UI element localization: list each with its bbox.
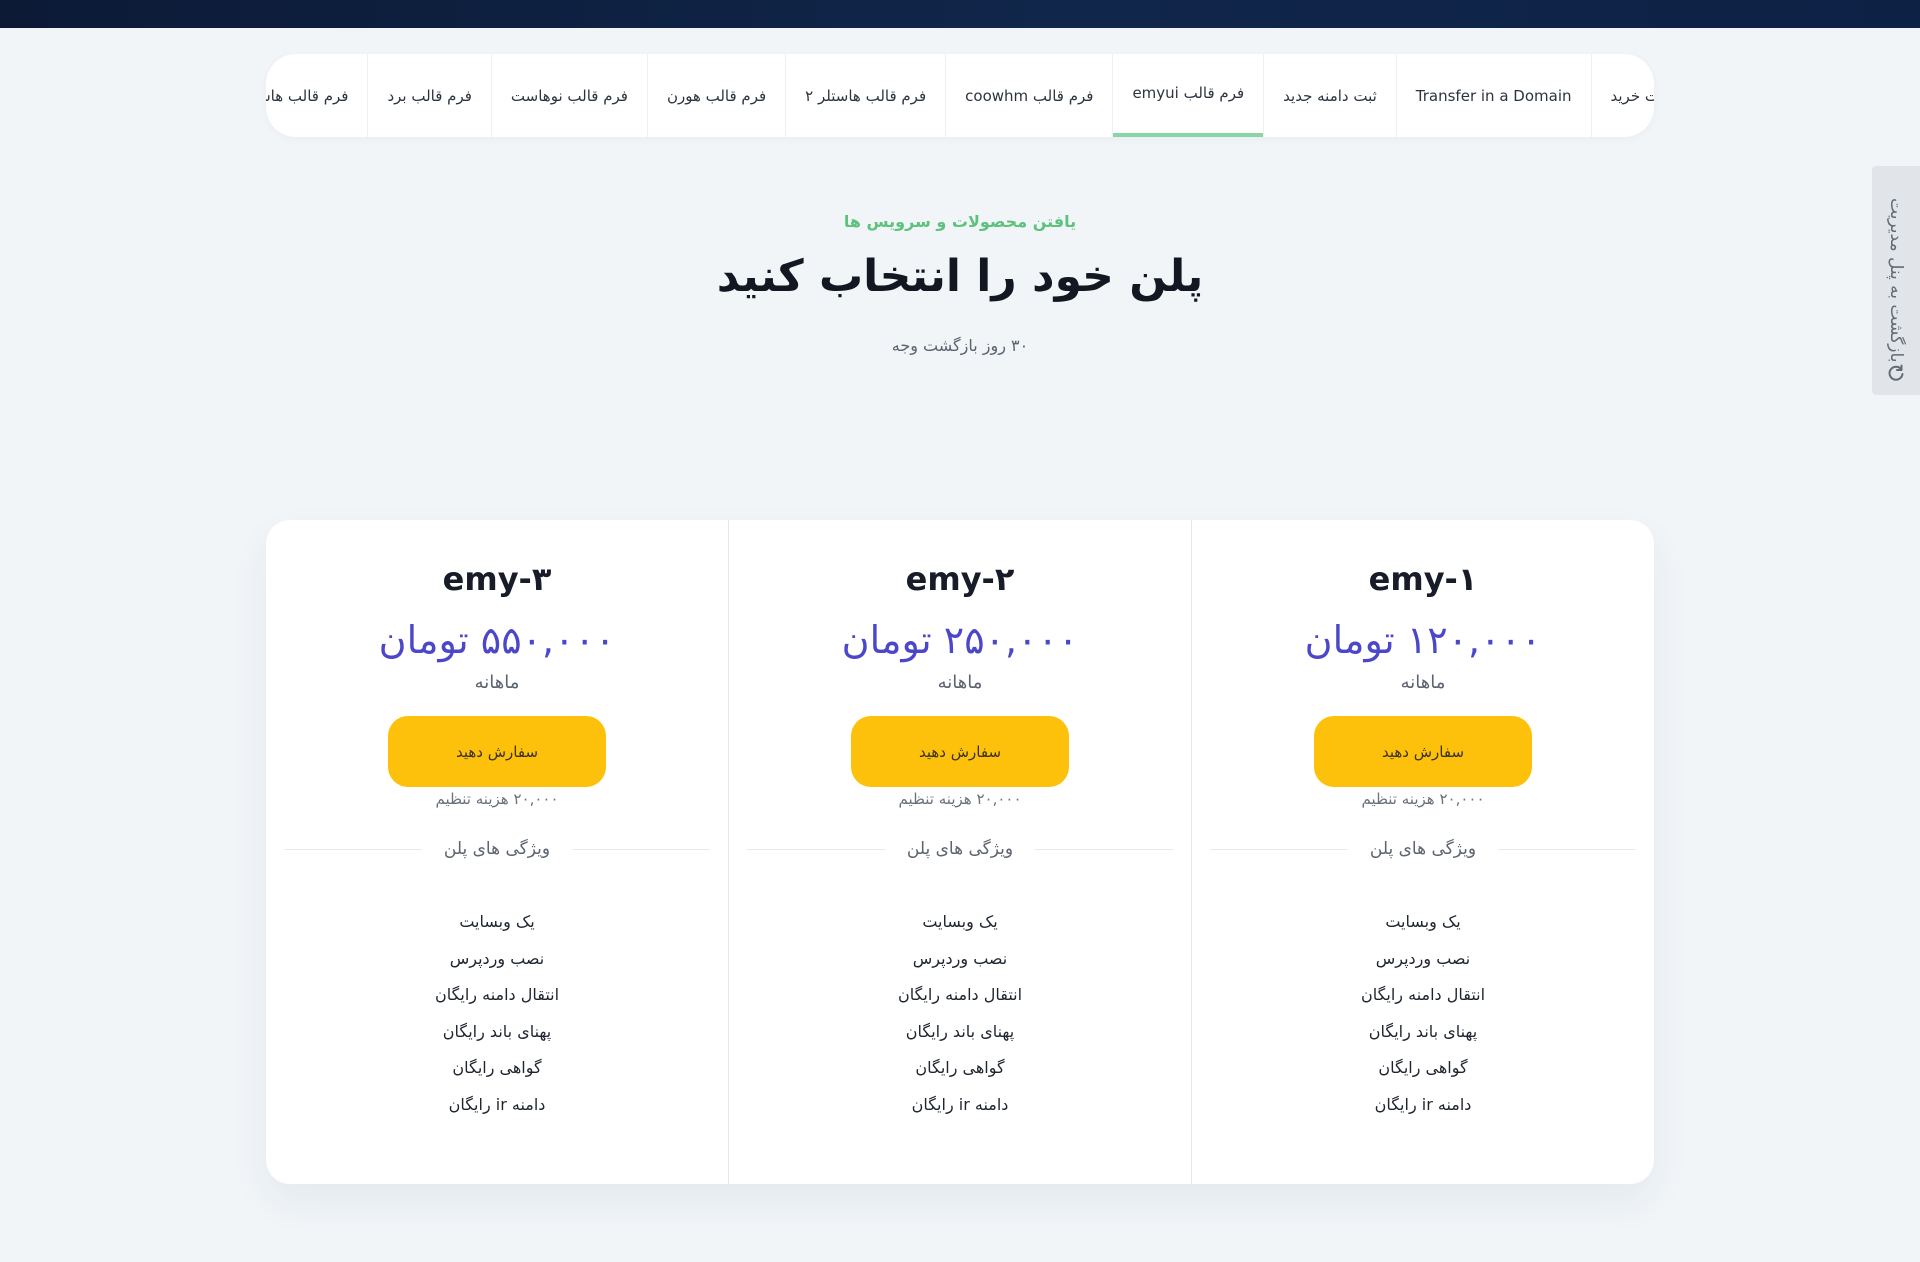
page-subtitle: ۳۰ روز بازگشت وجه (891, 336, 1029, 355)
tab-bord[interactable]: فرم قالب برد (367, 54, 490, 137)
order-button[interactable]: سفارش دهید (851, 716, 1069, 787)
plan-price: ۵۵۰,۰۰۰ تومان (378, 618, 616, 662)
plan-name: emy-۲ (905, 560, 1015, 598)
tab-label: فرم قالب نوهاست (510, 86, 628, 105)
order-button[interactable]: سفارش دهید (388, 716, 606, 787)
plan-card-emy-1: emy-۱ ۱۲۰,۰۰۰ تومان ماهانه سفارش دهید ۲۰… (1191, 520, 1654, 1184)
tab-hostler[interactable]: فرم قالب هاستلر (266, 54, 367, 137)
tab-label: فرم قالب هاستلر ۲ (805, 86, 927, 105)
tab-label: Transfer in a Domain (1415, 86, 1572, 105)
feature-item: دامنه ir رایگان (1374, 1094, 1472, 1114)
feature-item: نصب وردپرس (912, 948, 1008, 968)
plan-name: emy-۳ (442, 560, 552, 598)
order-button[interactable]: سفارش دهید (1314, 716, 1532, 787)
feature-item: گواهی رایگان (1378, 1058, 1468, 1077)
features-title: ویژگی های پلن (443, 839, 551, 859)
tab-label: فرم قالب هورن (666, 86, 767, 105)
divider-line (1210, 848, 1348, 850)
feature-item: پهنای باند رایگان (442, 1021, 552, 1041)
feature-item: انتقال دامنه رایگان (897, 985, 1023, 1004)
feature-item: یک وبسایت (1385, 912, 1461, 931)
setup-fee: ۲۰,۰۰۰ هزینه تنظیم (1361, 790, 1485, 808)
features-list: یک وبسایت نصب وردپرس انتقال دامنه رایگان… (1192, 904, 1654, 1123)
top-banner (0, 0, 1920, 28)
plan-period: ماهانه (474, 672, 520, 693)
features-title: ویژگی های پلن (906, 839, 1014, 859)
refresh-icon (1888, 364, 1904, 381)
feature-item: پهنای باند رایگان (905, 1021, 1015, 1041)
divider-line (747, 848, 885, 850)
tab-emyui[interactable]: فرم قالب emyui (1112, 54, 1263, 137)
tab-label: فرم قالب coowhm (965, 86, 1094, 105)
features-list: یک وبسایت نصب وردپرس انتقال دامنه رایگان… (266, 904, 728, 1123)
feature-item: نصب وردپرس (449, 948, 545, 968)
setup-fee: ۲۰,۰۰۰ هزینه تنظیم (898, 790, 1022, 808)
tab-nohost[interactable]: فرم قالب نوهاست (490, 54, 647, 137)
features-title: ویژگی های پلن (1369, 839, 1477, 859)
feature-item: یک وبسایت (922, 912, 998, 931)
tab-hostler-2[interactable]: فرم قالب هاستلر ۲ (785, 54, 945, 137)
plan-period: ماهانه (1400, 672, 1446, 693)
features-divider: ویژگی های پلن (1210, 838, 1636, 860)
tab-strip: ت خرید Transfer in a Domain ثبت دامنه جد… (266, 54, 1654, 137)
plans-grid: emy-۱ ۱۲۰,۰۰۰ تومان ماهانه سفارش دهید ۲۰… (266, 520, 1654, 1184)
tab-label: ثبت دامنه جدید (1283, 86, 1377, 105)
setup-fee: ۲۰,۰۰۰ هزینه تنظیم (435, 790, 559, 808)
feature-item: دامنه ir رایگان (448, 1094, 546, 1114)
tab-label: فرم قالب هاستلر (266, 86, 349, 105)
tab-checkout[interactable]: ت خرید (1590, 54, 1655, 137)
tab-coowhm[interactable]: فرم قالب coowhm (945, 54, 1112, 137)
feature-item: دامنه ir رایگان (911, 1094, 1009, 1114)
plan-card-emy-3: emy-۳ ۵۵۰,۰۰۰ تومان ماهانه سفارش دهید ۲۰… (266, 520, 728, 1184)
feature-item: یک وبسایت (459, 912, 535, 931)
features-divider: ویژگی های پلن (284, 838, 710, 860)
tab-horn[interactable]: فرم قالب هورن (646, 54, 785, 137)
features-list: یک وبسایت نصب وردپرس انتقال دامنه رایگان… (729, 904, 1191, 1123)
product-group-tabs: ت خرید Transfer in a Domain ثبت دامنه جد… (266, 54, 1654, 137)
page-header: یافتن محصولات و سرویس ها پلن خود را انتخ… (0, 212, 1920, 355)
tab-transfer-domain[interactable]: Transfer in a Domain (1395, 54, 1591, 137)
divider-line (1498, 848, 1636, 850)
section-eyebrow: یافتن محصولات و سرویس ها (843, 212, 1077, 231)
tab-label: ت خرید (1610, 86, 1655, 105)
divider-line (572, 848, 710, 850)
divider-line (284, 848, 422, 850)
feature-item: نصب وردپرس (1375, 948, 1471, 968)
tab-label: فرم قالب emyui (1132, 83, 1245, 102)
plan-name: emy-۱ (1368, 560, 1478, 598)
feature-item: انتقال دامنه رایگان (434, 985, 560, 1004)
feature-item: انتقال دامنه رایگان (1360, 985, 1486, 1004)
tab-label: فرم قالب برد (387, 86, 472, 105)
tab-register-domain[interactable]: ثبت دامنه جدید (1263, 54, 1396, 137)
feature-item: گواهی رایگان (452, 1058, 542, 1077)
features-divider: ویژگی های پلن (747, 838, 1173, 860)
feature-item: پهنای باند رایگان (1368, 1021, 1478, 1041)
plan-price: ۱۲۰,۰۰۰ تومان (1304, 618, 1542, 662)
feature-item: گواهی رایگان (915, 1058, 1005, 1077)
plan-price: ۲۵۰,۰۰۰ تومان (841, 618, 1079, 662)
page-title: پلن خود را انتخاب کنید (716, 251, 1205, 302)
plan-period: ماهانه (937, 672, 983, 693)
plan-card-emy-2: emy-۲ ۲۵۰,۰۰۰ تومان ماهانه سفارش دهید ۲۰… (728, 520, 1191, 1184)
divider-line (1035, 848, 1173, 850)
